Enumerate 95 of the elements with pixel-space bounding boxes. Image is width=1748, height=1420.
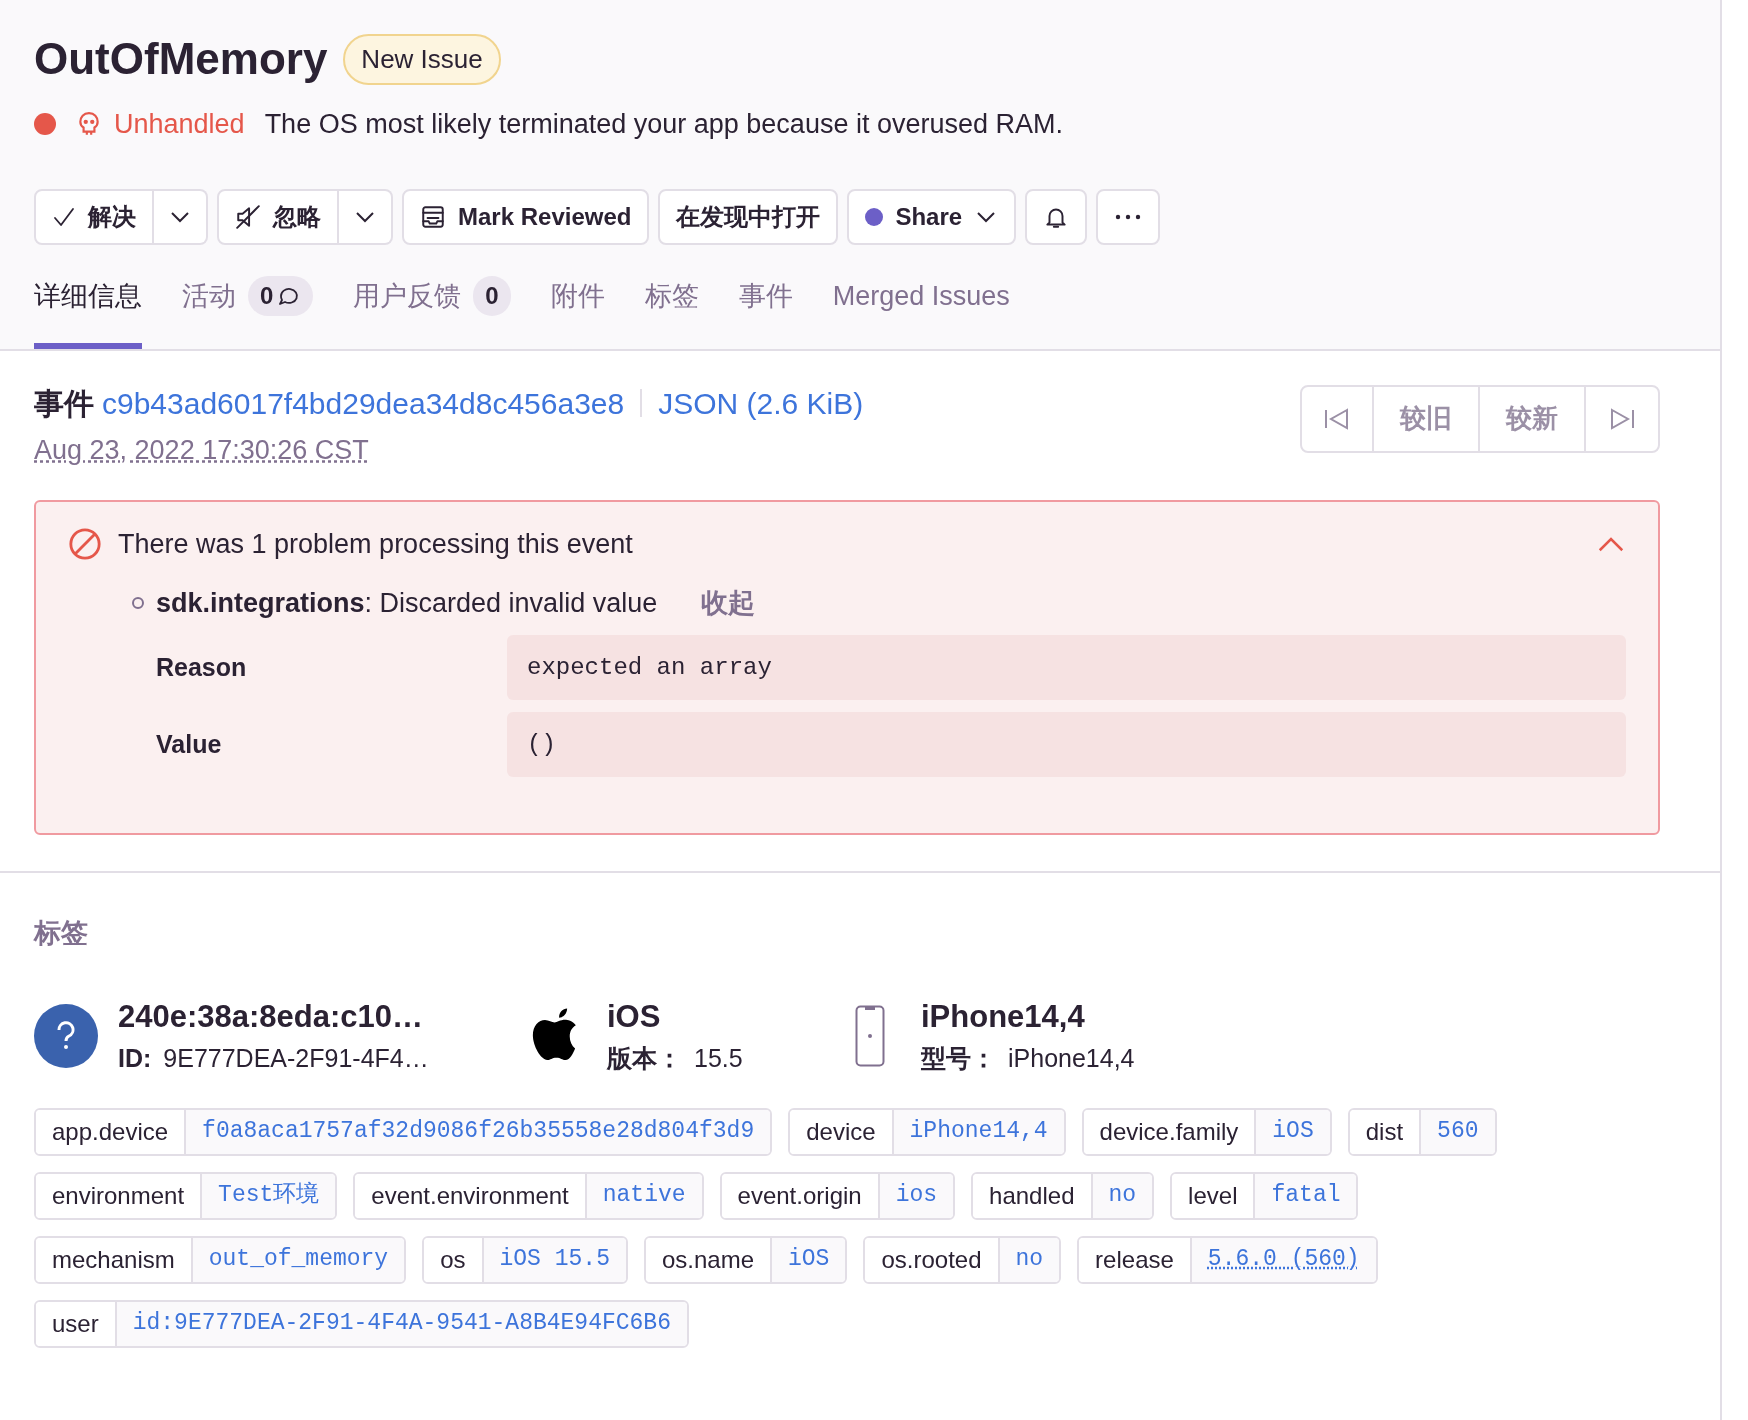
problem-message: sdk.integrations: Discarded invalid value (156, 586, 658, 620)
action-button[interactable]: 在发现中打开 (658, 188, 839, 245)
tag-pill[interactable]: app.device f0a8aca1757af32d9086f26b35558e28d804f3d9 (34, 1107, 773, 1156)
context-value: 15.5 (694, 1043, 743, 1074)
issue-message: The OS most likely terminated your app because it overused RAM. (264, 108, 1063, 141)
tab[interactable]: 附件 (550, 276, 605, 349)
tag-value: out_of_memory (192, 1237, 405, 1282)
tag-key: level (1172, 1173, 1256, 1218)
tag-value-link[interactable]: 5.6.0 (560) (1191, 1237, 1376, 1282)
tag-pill[interactable]: os.name iOS (643, 1235, 848, 1284)
tag-pill[interactable]: environment Test环境 (34, 1171, 338, 1220)
issue-title: OutOfMemory (34, 33, 328, 85)
detail-label: Value (156, 728, 223, 760)
more-icon (1114, 212, 1143, 221)
tag-pill[interactable]: dist 560 (1347, 1107, 1497, 1156)
detail-value: () (507, 712, 1626, 777)
tab[interactable]: 详细信息 (34, 276, 142, 349)
tag-value: ios (879, 1173, 954, 1218)
context-title: iOS (607, 997, 662, 1036)
tag-pill[interactable]: user id:9E777DEA-2F91-4F4A-9541-A8B4E94FC6B6 (34, 1299, 689, 1348)
tag-value: iPhone14,4 (893, 1109, 1064, 1154)
tag-pill[interactable]: handled no (971, 1171, 1155, 1220)
tag-key: device (790, 1109, 894, 1154)
skull-icon (76, 111, 102, 138)
inbox-icon (420, 203, 446, 230)
context-title: iPhone14,4 (921, 997, 1086, 1036)
unhandled-label: Unhandled (114, 108, 245, 141)
action-button[interactable]: 解决 (34, 188, 154, 245)
speaker-muted-icon (235, 203, 261, 230)
event-id-link[interactable]: c9b43ad6017f4bd29dea34d8c456a3e8 (102, 380, 625, 426)
json-link[interactable]: JSON (2.6 KiB) (658, 380, 864, 426)
context-label: ID: (118, 1043, 152, 1074)
bullet-icon (132, 596, 144, 609)
tag-key: os (424, 1237, 484, 1282)
tag-key: environment (36, 1173, 203, 1218)
tag-key: handled (973, 1173, 1093, 1218)
context-value: 9E777DEA-2F91-4F4… (163, 1043, 429, 1074)
tag-pill[interactable]: level fatal (1170, 1171, 1359, 1220)
tag-pill[interactable]: device.family iOS (1081, 1107, 1332, 1156)
tag-key: os.rooted (865, 1237, 1000, 1282)
new-issue-badge: New Issue (343, 33, 501, 85)
event-date: Aug 23, 2022 17:30:26 CST (34, 433, 369, 467)
event-label: 事件 (34, 385, 94, 422)
tag-value: iOS 15.5 (483, 1237, 626, 1282)
tag-value: no (999, 1237, 1060, 1282)
share-button[interactable]: Share (847, 188, 1017, 245)
question-mark-icon (56, 1020, 76, 1051)
tag-value: fatal (1255, 1173, 1357, 1218)
prohibited-icon (68, 527, 102, 562)
tag-pill[interactable]: device iPhone14,4 (788, 1107, 1066, 1156)
tag-pill[interactable]: event.environment native (353, 1171, 704, 1220)
count: 0 (485, 281, 499, 312)
tag-key: mechanism (36, 1237, 193, 1282)
tag-value: no (1092, 1173, 1153, 1218)
tag-value: native (586, 1173, 702, 1218)
phone-icon (855, 1004, 885, 1067)
tab[interactable]: 用户反馈 0 (353, 276, 511, 349)
tab[interactable]: Merged Issues (832, 276, 1010, 349)
action-button[interactable]: Mark Reviewed (402, 188, 650, 245)
tab[interactable]: 标签 (644, 276, 699, 349)
tag-key: os.name (645, 1237, 772, 1282)
tag-key: dist (1349, 1109, 1422, 1154)
tag-key: app.device (36, 1109, 187, 1154)
tag-key: event.environment (355, 1173, 587, 1218)
problem-title: There was 1 problem processing this event (118, 528, 633, 561)
count: 0 (260, 281, 274, 312)
detail-value: expected an array (507, 635, 1626, 700)
tag-key: release (1079, 1237, 1192, 1282)
tag-value: iOS (1256, 1109, 1330, 1154)
tag-pill[interactable]: os.rooted no (863, 1235, 1062, 1284)
tag-value: iOS (772, 1237, 846, 1282)
collapse-link[interactable]: 收起 (701, 582, 756, 623)
detail-label: Reason (156, 651, 248, 683)
context-label: 版本： (607, 1043, 682, 1074)
skip-back-icon (1323, 406, 1351, 431)
tag-pill[interactable]: release 5.6.0 (560) (1077, 1235, 1378, 1284)
tag-key: event.origin (721, 1173, 880, 1218)
tag-value: Test环境 (202, 1173, 336, 1218)
context-label: 型号： (921, 1043, 996, 1074)
tag-value: id:9E777DEA-2F91-4F4A-9541-A8B4E94FC6B6 (116, 1301, 687, 1346)
tag-key: user (36, 1301, 117, 1346)
tag-pill[interactable]: event.origin ios (719, 1171, 956, 1220)
skip-forward-icon (1608, 406, 1636, 431)
context-value: iPhone14,4 (1008, 1043, 1135, 1074)
context-title: 240e:38a:8eda:c10… (118, 997, 425, 1036)
tab[interactable]: 活动 0 (182, 276, 314, 349)
tab[interactable]: 事件 (738, 276, 793, 349)
tag-value: f0a8aca1757af32d9086f26b35558e28d804f3d9 (186, 1109, 771, 1154)
action-button[interactable]: 忽略 (217, 188, 339, 245)
tag-value: 560 (1421, 1109, 1495, 1154)
section-heading: 标签 (34, 917, 89, 950)
subscribe-button[interactable] (1025, 188, 1088, 245)
tag-pill[interactable]: os iOS 15.5 (422, 1235, 628, 1284)
tag-key: device.family (1083, 1109, 1257, 1154)
tag-pill[interactable]: mechanism out_of_memory (34, 1235, 407, 1284)
